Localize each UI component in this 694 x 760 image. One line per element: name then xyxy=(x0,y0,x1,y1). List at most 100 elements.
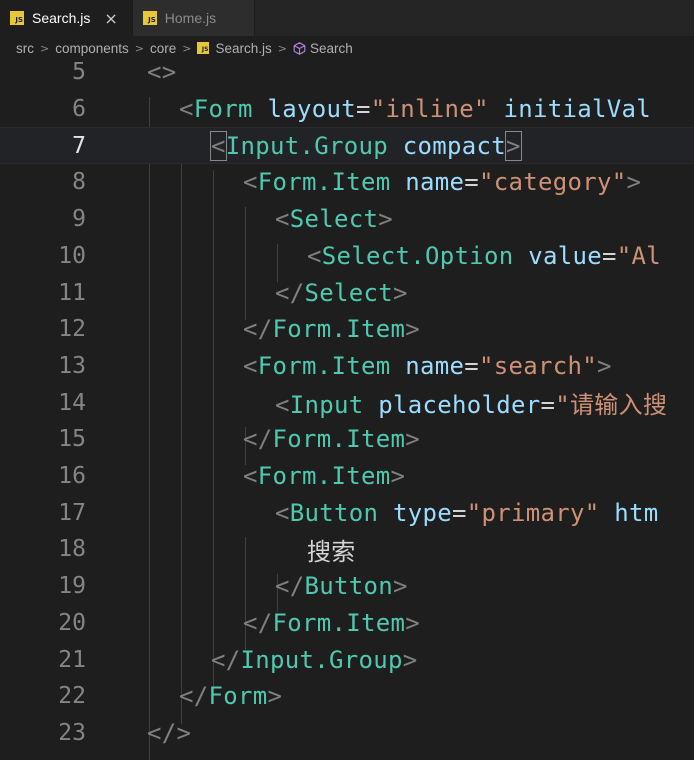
code-equals: = xyxy=(464,351,479,380)
code-content: </Input.Group> xyxy=(211,646,418,674)
code-punctuation: < xyxy=(275,498,290,527)
code-string: "Al xyxy=(616,241,661,270)
code-line[interactable]: 18 搜索 xyxy=(0,531,694,568)
code-tag-name: Input.Group xyxy=(240,645,403,674)
line-number: 10 xyxy=(58,242,86,269)
line-number: 9 xyxy=(72,206,86,233)
code-tag-name: Form.Item xyxy=(272,425,406,454)
line-number: 19 xyxy=(58,573,86,600)
code-line[interactable]: 23 </> xyxy=(0,715,694,752)
code-content: <Select> xyxy=(275,205,393,233)
code-line[interactable]: 13 <Form.Item name="search"> xyxy=(0,348,694,385)
code-punctuation: > xyxy=(393,572,408,601)
code-attribute: name xyxy=(405,351,465,380)
code-equals: = xyxy=(602,241,617,270)
code-content: </Form.Item> xyxy=(243,425,420,453)
tab-label: Search.js xyxy=(32,10,91,26)
code-attribute: placeholder xyxy=(378,391,541,420)
code-punctuation: > xyxy=(402,645,418,674)
code-punctuation: < xyxy=(243,462,258,491)
code-line[interactable]: 12 </Form.Item> xyxy=(0,311,694,348)
code-punctuation: > xyxy=(405,425,420,454)
tab-search-js[interactable]: JS Search.js × xyxy=(0,0,133,36)
code-punctuation: > xyxy=(390,462,406,491)
code-punctuation: </ xyxy=(179,682,209,711)
close-icon[interactable]: × xyxy=(104,9,117,28)
line-number: 14 xyxy=(58,389,86,416)
code-line[interactable]: 22 </Form> xyxy=(0,678,694,715)
code-line[interactable]: 16 <Form.Item> xyxy=(0,458,694,495)
code-punctuation: </ xyxy=(275,278,305,307)
code-line[interactable]: 10 <Select.Option value="Al xyxy=(0,238,694,275)
code-content: <Input.Group compact> xyxy=(210,130,522,161)
line-number: 22 xyxy=(58,683,86,710)
code-tag-name: Form xyxy=(193,95,253,124)
code-line[interactable]: 15 </Form.Item> xyxy=(0,421,694,458)
code-line[interactable]: 8 <Form.Item name="category"> xyxy=(0,164,694,201)
code-punctuation: </ xyxy=(243,608,273,637)
code-tag-name: Button xyxy=(304,572,393,601)
code-line[interactable]: 20 </Form.Item> xyxy=(0,605,694,642)
code-content: <Form.Item> xyxy=(243,462,405,490)
code-string: "category" xyxy=(479,168,627,197)
code-punctuation: < xyxy=(210,130,227,161)
code-line[interactable]: 14 <Input placeholder="请输入搜 xyxy=(0,384,694,421)
code-punctuation: </ xyxy=(211,645,241,674)
editor-tab-bar: JS Search.js × JS Home.js xyxy=(0,0,694,36)
code-tag-name: Button xyxy=(289,498,379,527)
code-punctuation: </> xyxy=(147,718,192,747)
code-tag-name: Form.Item xyxy=(257,168,391,197)
code-content: </Button> xyxy=(275,572,408,600)
code-tag-name: Form.Item xyxy=(257,351,391,380)
code-attribute: type xyxy=(393,498,452,527)
code-tag-name: Input.Group xyxy=(225,131,388,160)
code-punctuation: > xyxy=(405,608,420,637)
code-string: "primary" xyxy=(466,498,600,527)
code-attribute: htm xyxy=(614,498,659,527)
code-line[interactable]: 19 </Button> xyxy=(0,568,694,605)
code-attribute: initialVal xyxy=(503,95,651,124)
code-line[interactable]: 9 <Select> xyxy=(0,201,694,238)
code-punctuation: </ xyxy=(243,315,273,344)
line-number: 6 xyxy=(72,96,86,123)
code-content: 搜索 xyxy=(307,532,356,567)
code-tag-name: Form.Item xyxy=(257,462,391,491)
code-punctuation: < xyxy=(179,95,194,124)
code-punctuation: < xyxy=(275,205,290,234)
code-equals: = xyxy=(356,95,371,124)
code-line[interactable]: 21 </Input.Group> xyxy=(0,641,694,678)
code-tag-name: Select.Option xyxy=(321,241,514,270)
line-number: 16 xyxy=(58,463,86,490)
code-line[interactable]: 7 <Input.Group compact> xyxy=(0,127,694,165)
code-line[interactable]: 11 </Select> xyxy=(0,274,694,311)
code-attribute: value xyxy=(528,241,602,270)
line-number: 7 xyxy=(72,132,86,159)
code-content: <Form.Item name="search"> xyxy=(243,352,612,380)
code-content: </Form> xyxy=(179,682,282,710)
code-line[interactable]: 17 <Button type="primary" htm xyxy=(0,494,694,531)
line-number: 12 xyxy=(58,316,86,343)
code-line[interactable]: 5 <> xyxy=(0,54,694,91)
code-attribute: layout xyxy=(267,95,356,124)
tab-home-js[interactable]: JS Home.js xyxy=(132,0,255,36)
code-line[interactable]: 6 <Form layout="inline" initialVal xyxy=(0,91,694,128)
line-number: 5 xyxy=(72,59,86,86)
js-file-icon: JS xyxy=(10,11,24,25)
js-file-icon: JS xyxy=(142,11,157,25)
code-tag-name: Select xyxy=(304,278,393,307)
code-equals: = xyxy=(452,498,467,527)
code-tag-name: Input xyxy=(289,391,364,420)
code-punctuation: </ xyxy=(243,425,273,454)
code-editor[interactable]: 5 <> 6 <Form layout="inline" initialVal 7 <In… xyxy=(0,52,694,760)
code-tag-name: Select xyxy=(289,205,379,234)
line-number: 8 xyxy=(72,169,86,196)
code-content: </Form.Item> xyxy=(243,609,420,637)
line-number: 13 xyxy=(58,352,86,379)
code-string: "search" xyxy=(479,351,597,380)
